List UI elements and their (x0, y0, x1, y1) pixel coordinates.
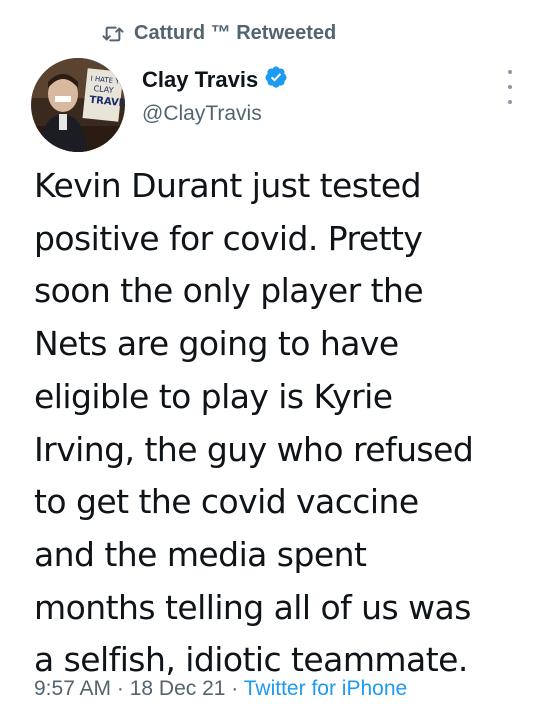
retweet-icon (102, 24, 124, 44)
author-info: Clay Travis @ClayTravis (142, 65, 288, 126)
tweet-text-line: Nets are going to have (34, 324, 399, 364)
retweet-label: Catturd ™ Retweeted (134, 22, 337, 44)
author-handle[interactable]: @ClayTravis (142, 102, 288, 126)
author-name-row: Clay Travis (142, 65, 288, 94)
author-display-name[interactable]: Clay Travis (142, 67, 258, 93)
tweet-text-line: Irving, the guy who refused (34, 429, 474, 469)
tweet-text-line: soon the only player the (34, 271, 424, 311)
tweet-date[interactable]: 18 Dec 21 (130, 677, 226, 700)
tweet-text-line: to get the covid vaccine (34, 482, 419, 522)
tweet-text-line: eligible to play is Kyrie (34, 376, 393, 416)
meta-separator: · (111, 677, 130, 700)
avatar[interactable]: I HATE YOU CLAY TRAVIS (31, 58, 125, 152)
meta-separator: · (225, 677, 244, 700)
more-vertical-icon[interactable] (500, 70, 520, 104)
tweet-time[interactable]: 9:57 AM (34, 677, 111, 700)
tweet-metadata: 9:57 AM · 18 Dec 21 · Twitter for iPhone (34, 677, 407, 701)
retweet-indicator[interactable]: Catturd ™ Retweeted (102, 22, 336, 45)
tweet-text-line: and the media spent (34, 534, 367, 574)
tweet-text-line: Kevin Durant just tested (34, 166, 422, 205)
tweet-text-line: positive for covid. Pretty (34, 218, 423, 258)
tweet-source-link[interactable]: Twitter for iPhone (244, 677, 407, 700)
tweet-card[interactable]: Catturd ™ Retweeted I HATE YOU CLAY TRAV… (0, 0, 535, 716)
tweet-text: Kevin Durant just tested positive for co… (34, 160, 529, 687)
tweet-text-line: months telling all of us was (34, 587, 471, 627)
verified-badge-icon (264, 65, 288, 94)
